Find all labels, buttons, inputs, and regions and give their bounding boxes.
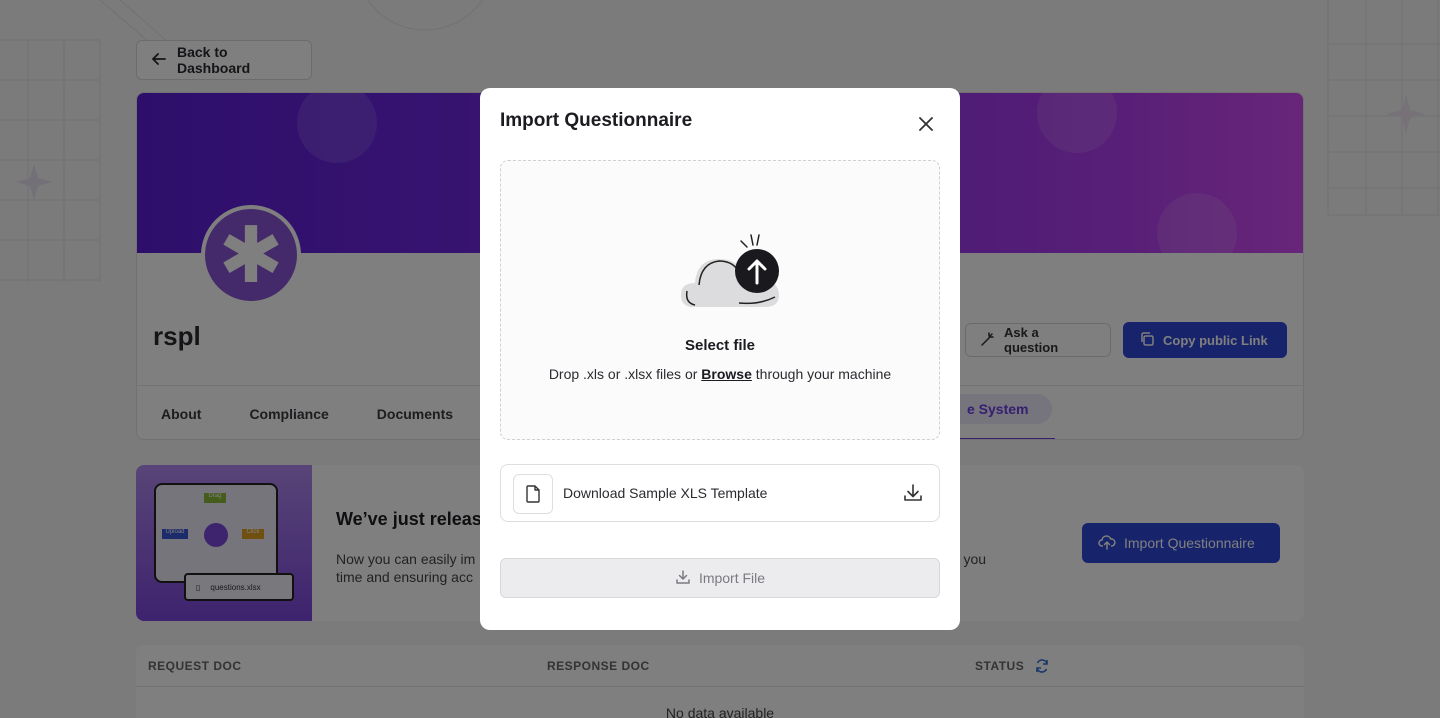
download-template-label: Download Sample XLS Template: [563, 485, 768, 501]
import-questionnaire-modal: Import Questionnaire Select file Drop .x…: [480, 88, 960, 630]
download-icon[interactable]: [903, 483, 923, 508]
file-dropzone[interactable]: Select file Drop .xls or .xlsx files or …: [500, 160, 940, 440]
browse-link[interactable]: Browse: [701, 366, 752, 382]
import-file-button[interactable]: Import File: [500, 558, 940, 598]
file-icon: [513, 474, 553, 514]
select-file-heading: Select file: [684, 337, 756, 354]
close-icon[interactable]: [914, 112, 938, 136]
cloud-upload-illustration-icon: [679, 229, 783, 318]
download-template-row[interactable]: Download Sample XLS Template: [500, 464, 940, 522]
drop-instructions: Drop .xls or .xlsx files or Browse throu…: [501, 366, 939, 382]
drop-prefix: Drop .xls or .xlsx files or: [548, 366, 702, 382]
drop-suffix: through your machine: [751, 366, 892, 382]
import-file-icon: [675, 569, 691, 588]
import-file-label: Import File: [698, 570, 766, 586]
modal-title: Import Questionnaire: [500, 110, 693, 131]
